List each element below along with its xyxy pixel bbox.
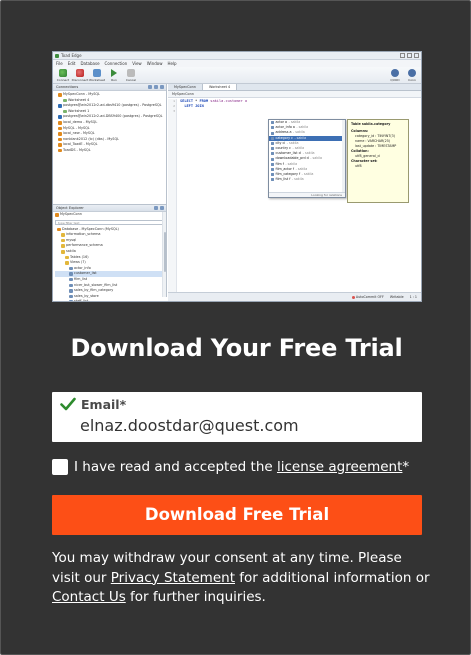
object-tree: Database - MySpecConn (MySQL) information… [53, 226, 166, 301]
editor-tabs: MySpecConn Worksheet 4 [168, 84, 421, 91]
cancel-tool: Cancel [124, 68, 138, 82]
autocomplete-item: film_list f- sakila [269, 177, 345, 182]
connection-item: ToadDS - MySQL [55, 148, 164, 154]
object-explorer-connection: MySpecConn [53, 212, 166, 219]
product-screenshot: Toad Edge File Edit Database Connection View… [52, 51, 422, 302]
tab-worksheet: Worksheet 4 [202, 84, 238, 90]
run-tool: Run [107, 68, 121, 82]
app-menubar: File Edit Database Connection View Window Help [53, 60, 421, 67]
consent-text: I have read and accepted the [74, 459, 277, 475]
object-filter-input: type filter text [55, 219, 164, 225]
code-line: LEFT JOIN [180, 104, 204, 108]
connections-header: Connections [53, 84, 166, 91]
page-title: Download Your Free Trial [70, 334, 403, 362]
object-tree-scrollbar [162, 212, 166, 297]
app-icon [55, 54, 59, 58]
worksheet-tool: Worksheet [89, 68, 105, 82]
sql-editor: 123 SELECT * FROM sakila.customer a LEFT… [168, 99, 421, 292]
license-consent: I have read and accepted the license agr… [52, 458, 409, 476]
left-pane: Connections MySpecConn - MySQL Worksheet … [53, 84, 167, 301]
autocomplete-popup: actor a- sakila actor_info a- sakila addre… [268, 119, 346, 198]
menu-item: Edit [67, 61, 76, 66]
line-number: 3 [173, 109, 175, 113]
app-titlebar: Toad Edge [53, 52, 421, 60]
consent-required-mark: * [402, 459, 410, 475]
privacy-statement-link[interactable]: Privacy Statement [111, 570, 235, 586]
license-agreement-link[interactable]: license agreement [277, 459, 402, 475]
consent-fine-print: You may withdraw your consent at any tim… [52, 550, 430, 605]
menu-item: Connection [104, 61, 128, 66]
line-gutter: 123 [168, 99, 177, 292]
table-info-tooltip: Table sakila.category Columns: category_… [347, 119, 409, 203]
email-input[interactable] [80, 414, 410, 436]
email-field[interactable]: Email* [52, 392, 422, 442]
valid-check-icon [60, 397, 76, 411]
autocommit-status: AutoCommit OFF [351, 293, 384, 301]
object-explorer-header: Object Explorer [53, 205, 166, 212]
contact-us-link[interactable]: Contact Us [52, 589, 126, 605]
quod-tool: QUOD [388, 69, 402, 82]
editor-area: MySpecConn Worksheet 4 MySpecConn 123 SE… [168, 84, 421, 292]
app-statusbar: AutoCommit OFF Writable 1 : 1 [168, 292, 421, 301]
sql-code: SELECT * FROM sakila.customer a LEFT JOI… [180, 99, 247, 109]
object-explorer: Object Explorer MySpecConn type filter t… [53, 204, 166, 301]
menu-item: File [56, 61, 63, 66]
license-checkbox[interactable] [52, 459, 68, 475]
app-window-title: Toad Edge [61, 53, 82, 58]
disconnect-tool: Disconnect [72, 68, 88, 82]
window-controls [400, 53, 419, 58]
connections-tree: MySpecConn - MySQL Worksheet 4 postgres@wi… [53, 91, 166, 155]
object-tree-item: staff_list [55, 299, 164, 301]
tab-myspecconn: MySpecConn [168, 84, 203, 90]
worksheet-header: MySpecConn [168, 91, 421, 98]
download-free-trial-button[interactable]: Download Free Trial [52, 495, 422, 535]
menu-item: Help [167, 61, 177, 66]
email-label: Email* [81, 397, 127, 412]
menu-item: View [132, 61, 142, 66]
connect-tool: Connect [56, 68, 70, 82]
autocomplete-footer: Looking for relations [269, 192, 345, 197]
menu-item: Window [146, 61, 163, 66]
conn-tool: Conn [405, 69, 419, 82]
cursor-position: 1 : 1 [409, 295, 417, 299]
app-toolbar: Connect Disconnect Worksheet Run Cancel … [53, 67, 421, 84]
writable-status: Writable [389, 295, 404, 299]
menu-item: Database [80, 61, 100, 66]
trial-download-panel: Toad Edge File Edit Database Connection View… [0, 0, 471, 655]
